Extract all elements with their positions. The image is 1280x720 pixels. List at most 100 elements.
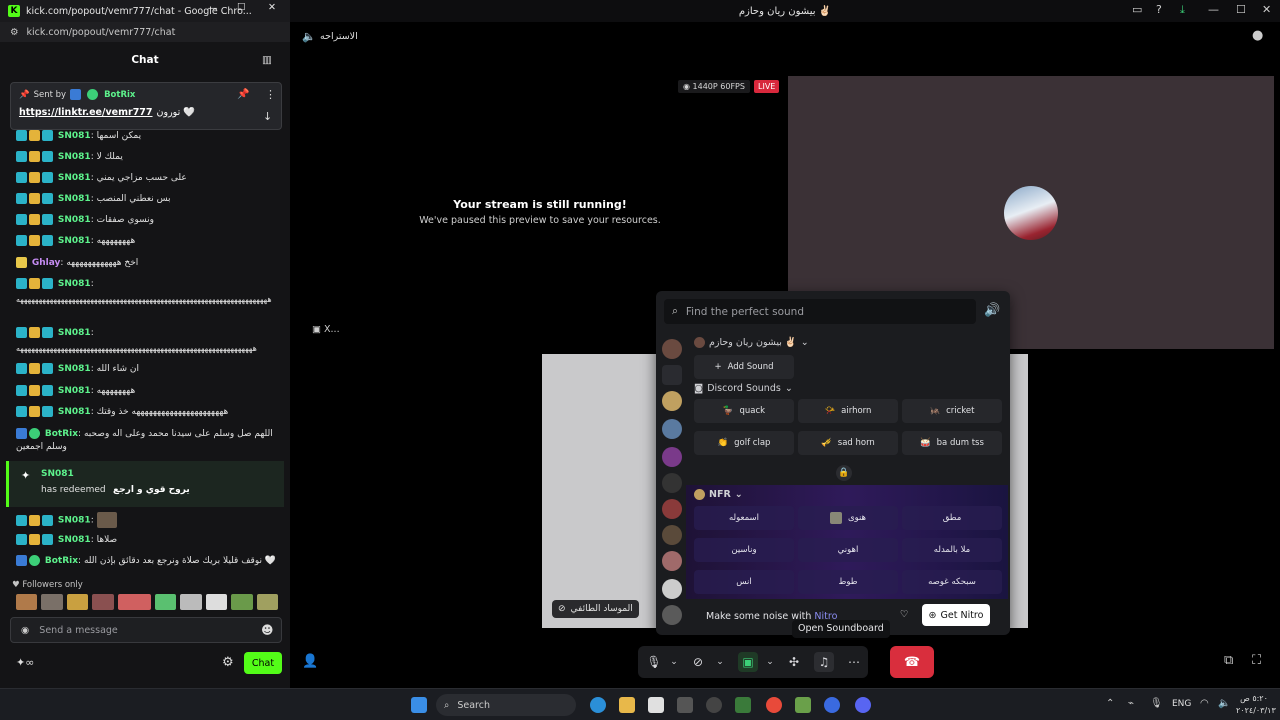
emoji-icon[interactable]: ☻ (261, 623, 274, 637)
more-options-icon[interactable]: ⋮ (265, 88, 276, 101)
sound-button[interactable]: وناسين (694, 538, 794, 562)
sound-quack[interactable]: 🦆 quack (694, 399, 794, 423)
app-icon[interactable] (795, 697, 811, 713)
close-icon[interactable]: ✕ (268, 2, 276, 13)
chevron-down-icon[interactable]: ⌄ (710, 652, 730, 672)
screen-share-icon[interactable]: ▣ (738, 652, 758, 672)
close-icon[interactable]: ✕ (1262, 3, 1271, 16)
server-icon[interactable] (662, 579, 682, 599)
add-sound-button[interactable]: + Add Sound (694, 355, 794, 379)
store-icon[interactable] (648, 697, 664, 713)
discord-logo-icon[interactable] (662, 365, 682, 385)
soundboard-icon[interactable]: ♫ (814, 652, 834, 672)
app-icon[interactable] (824, 697, 840, 713)
minimize-icon[interactable]: — (208, 3, 218, 14)
message-username[interactable]: SN081 (58, 279, 91, 289)
emote-icon[interactable] (16, 594, 38, 610)
chevron-up-icon[interactable]: ⌃ (1106, 698, 1114, 709)
maximize-icon[interactable]: ☐ (237, 2, 246, 13)
server-category[interactable]: بيشون ريان وحازم ✌🏻 ⌄ (694, 337, 809, 348)
sound-airhorn[interactable]: 📯 airhorn (798, 399, 898, 423)
discord-sounds-category[interactable]: ◙ Discord Sounds ⌄ (694, 383, 793, 394)
server-icon[interactable] (662, 525, 682, 545)
server-icon[interactable] (662, 419, 682, 439)
get-nitro-button[interactable]: ⊛ Get Nitro (922, 604, 990, 626)
add-friend-icon[interactable]: 👤 (302, 654, 318, 669)
emote-icon[interactable] (205, 594, 228, 610)
url-text[interactable]: kick.com/popout/vemr777/chat (27, 27, 176, 38)
address-bar[interactable]: ⚙ kick.com/popout/vemr777/chat (0, 22, 290, 42)
activities-icon[interactable]: ✣ (784, 652, 804, 672)
emote-icon[interactable] (41, 594, 63, 610)
clock[interactable]: ٥:٢٠ ص ٢٠٢٤/٠٣/١٣ (1236, 693, 1276, 717)
message-username[interactable]: SN081 (58, 364, 91, 374)
disconnect-button[interactable]: ☎ (890, 646, 934, 678)
emote-icon[interactable] (180, 594, 202, 610)
message-username[interactable]: BotRix (45, 429, 78, 439)
emote-icon[interactable] (256, 594, 279, 610)
maximize-icon[interactable]: ☐ (1236, 3, 1246, 16)
sound-button[interactable]: هنوى (798, 506, 898, 530)
popout-icon[interactable]: ⧉ (1224, 653, 1233, 668)
download-icon[interactable]: ⤓ (1180, 3, 1185, 17)
server-icon[interactable] (662, 551, 682, 571)
chevron-down-icon[interactable]: ⌄ (760, 652, 780, 672)
message-username[interactable]: SN081 (58, 215, 91, 225)
fullscreen-icon[interactable]: ⛶ (1252, 653, 1261, 668)
pinned-link[interactable]: https://linktr.ee/vemr777 (19, 107, 153, 118)
chevron-down-icon[interactable]: ⌄ (664, 652, 684, 672)
volume-icon[interactable]: 🔊 (984, 303, 1000, 318)
sound-search-input[interactable]: ⌕ Find the perfect sound (664, 299, 976, 324)
file-explorer-icon[interactable] (619, 697, 635, 713)
sound-ba-dum-tss[interactable]: 🥁 ba dum tss (902, 431, 1002, 455)
app-icon[interactable] (735, 697, 751, 713)
message-username[interactable]: BotRix (45, 556, 78, 566)
message-username[interactable]: SN081 (58, 236, 91, 246)
pin-toggle-icon[interactable]: 📌 (237, 89, 249, 100)
send-chat-button[interactable]: Chat (244, 652, 282, 674)
message-username[interactable]: SN081 (58, 152, 91, 162)
sound-search-placeholder[interactable]: Find the perfect sound (686, 306, 804, 318)
emote-icon[interactable] (117, 594, 151, 610)
emote-icon[interactable] (231, 594, 253, 610)
language-indicator[interactable]: ENG (1172, 699, 1191, 709)
minimize-icon[interactable]: — (1208, 3, 1219, 16)
sound-button[interactable]: طوط (798, 570, 898, 594)
redeem-user[interactable]: SN081 (41, 469, 74, 479)
inbox-icon[interactable]: ▭ (1132, 3, 1142, 16)
message-username[interactable]: Ghlay (32, 258, 61, 268)
sound-sad-horn[interactable]: 🎺 sad horn (798, 431, 898, 455)
sound-button[interactable]: ملا بالمدله (902, 538, 1002, 562)
settings-gear-icon[interactable]: ⚙ (222, 655, 234, 670)
message-username[interactable]: SN081 (58, 131, 91, 141)
wifi-icon[interactable]: ◠ (1200, 698, 1209, 709)
message-username[interactable]: SN081 (58, 516, 91, 526)
sound-button[interactable]: اهوني (798, 538, 898, 562)
chrome-icon[interactable] (766, 697, 782, 713)
server-icon[interactable] (662, 339, 682, 359)
sound-button[interactable]: مطق (902, 506, 1002, 530)
emote-icon[interactable] (154, 594, 177, 610)
server-icon[interactable] (662, 391, 682, 411)
sound-button[interactable]: سبحكه غوصه (902, 570, 1002, 594)
chat-input-placeholder[interactable]: Send a message (39, 625, 117, 636)
site-info-icon[interactable]: ⚙ (10, 27, 19, 38)
server-icon[interactable] (662, 447, 682, 467)
nfr-category[interactable]: NFR ⌄ (694, 489, 743, 500)
sound-cricket[interactable]: 🦗 cricket (902, 399, 1002, 423)
emote-icon[interactable] (92, 594, 114, 610)
sound-button[interactable]: اسمعوله (694, 506, 794, 530)
sound-golf-clap[interactable]: 👏 golf clap (694, 431, 794, 455)
sound-button[interactable]: انس (694, 570, 794, 594)
message-username[interactable]: SN081 (58, 194, 91, 204)
windows-start-icon[interactable] (411, 697, 427, 713)
help-icon[interactable]: ? (1156, 3, 1162, 16)
network-icon[interactable]: ⌁ (1128, 698, 1134, 709)
server-icon[interactable] (662, 473, 682, 493)
edge-icon[interactable] (590, 697, 606, 713)
discord-icon[interactable] (855, 697, 871, 713)
chat-bubble-icon[interactable]: ● (1252, 28, 1263, 43)
server-icon[interactable] (662, 499, 682, 519)
message-username[interactable]: SN081 (58, 386, 91, 396)
message-username[interactable]: SN081 (58, 535, 91, 545)
